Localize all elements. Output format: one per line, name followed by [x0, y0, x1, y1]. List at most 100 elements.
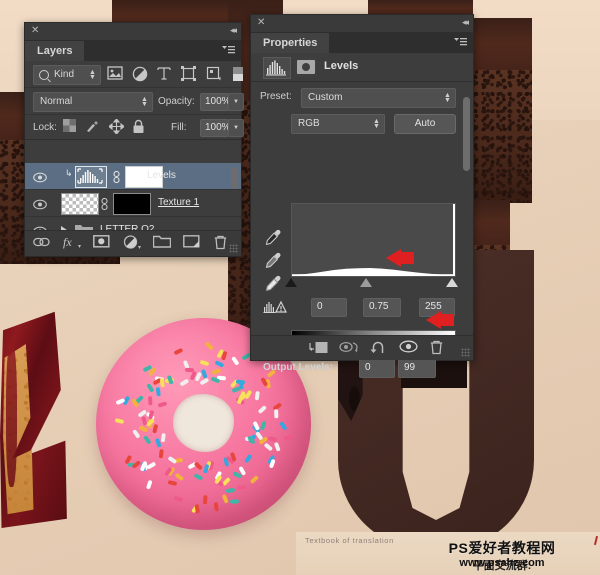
layer-name[interactable]: Levels: [147, 170, 176, 181]
lock-image-icon[interactable]: [85, 119, 100, 134]
link-layers-icon[interactable]: [33, 235, 51, 252]
panel-menu-icon[interactable]: [222, 45, 235, 59]
fill-input[interactable]: 100%: [200, 119, 231, 137]
watermark: PS爱好者教程网 平面交流群: www.psahz.com: [404, 535, 600, 575]
tab-layers[interactable]: Layers: [25, 41, 85, 61]
output-black-value: 0: [365, 362, 371, 373]
clipping-warning-icon[interactable]: [263, 299, 289, 315]
close-icon[interactable]: ✕: [31, 26, 40, 36]
chevron-updown-icon[interactable]: ▲ ▼: [444, 92, 451, 104]
filter-kind-select[interactable]: Kind ▲ ▼: [33, 65, 101, 85]
eye-icon[interactable]: [33, 197, 47, 210]
chevron-updown-icon[interactable]: ▲ ▼: [89, 69, 96, 81]
layer-style-fx-icon[interactable]: fx: [63, 235, 81, 252]
texture-mask-thumb[interactable]: [113, 193, 151, 215]
input-white-slider[interactable]: [446, 278, 458, 287]
white-point-eyedropper[interactable]: [265, 275, 282, 292]
histogram-clip-spike: [453, 204, 455, 276]
properties-tab-row: Properties: [251, 33, 473, 53]
output-levels-label: Output Levels:: [263, 362, 334, 373]
watermark-url: www.psahz.com: [459, 557, 545, 569]
resize-grip[interactable]: [229, 244, 238, 253]
layer-filter-row: Kind ▲ ▼: [25, 61, 244, 88]
panel-menu-icon[interactable]: [454, 37, 467, 51]
filter-toggle-icon[interactable]: [232, 66, 244, 82]
eye-icon[interactable]: [33, 170, 47, 183]
preset-row: Preset: Custom ▲ ▼: [251, 82, 473, 112]
input-black-slider[interactable]: [285, 278, 297, 287]
input-gamma-value: 0.75: [369, 301, 389, 312]
opacity-value: 100%: [205, 96, 231, 107]
collapse-icon[interactable]: ◂◂: [462, 18, 469, 27]
layers-panel: ✕ ◂◂ Layers Kind ▲ ▼ Normal ▲ ▼ Opacity:…: [24, 22, 244, 257]
shape-filter-icon[interactable]: [181, 66, 197, 82]
caption-text: Textbook of translation: [305, 536, 394, 545]
input-black-field[interactable]: 0: [311, 298, 347, 317]
collapse-icon[interactable]: ◂◂: [230, 26, 237, 35]
lock-all-icon[interactable]: [132, 119, 147, 134]
opacity-input[interactable]: 100%: [200, 93, 231, 111]
histogram[interactable]: [291, 203, 456, 277]
opacity-label: Opacity:: [158, 96, 195, 107]
new-group-icon[interactable]: [152, 235, 172, 252]
resize-grip[interactable]: [461, 348, 470, 357]
toggle-previous-state-icon[interactable]: [339, 340, 359, 356]
watermark-site-name: PS爱好者教程网: [448, 540, 556, 556]
input-gamma-field[interactable]: 0.75: [363, 298, 401, 317]
output-white-field[interactable]: 99: [398, 359, 436, 378]
fill-value: 100%: [205, 122, 231, 133]
levels-icon[interactable]: [263, 57, 291, 79]
adjustment-title: Levels: [324, 60, 359, 72]
lock-transparency-icon[interactable]: [63, 119, 78, 134]
link-mask-icon[interactable]: [112, 170, 121, 184]
delete-icon[interactable]: [429, 340, 449, 356]
sprinkle: [230, 499, 240, 504]
blend-mode-select[interactable]: Normal ▲ ▼: [33, 92, 153, 112]
sprinkle: [148, 395, 153, 406]
properties-scrollbar[interactable]: [463, 97, 470, 345]
adjustment-filter-icon[interactable]: [132, 66, 148, 82]
texture-layer-thumb[interactable]: [61, 193, 99, 215]
smart-object-filter-icon[interactable]: [206, 66, 222, 82]
table-row[interactable]: Texture 1: [25, 190, 241, 217]
new-adjustment-icon[interactable]: [123, 235, 141, 252]
svg-text:fx: fx: [63, 235, 72, 249]
black-point-eyedropper[interactable]: [265, 229, 282, 246]
link-mask-icon[interactable]: [100, 197, 109, 211]
properties-panel-titlebar: ✕ ◂◂: [251, 15, 473, 33]
chevron-updown-icon[interactable]: ▲ ▼: [373, 118, 380, 130]
clip-to-layer-icon[interactable]: [309, 340, 329, 356]
levels-layer-thumb[interactable]: [75, 166, 107, 188]
pixel-filter-icon[interactable]: [107, 66, 123, 82]
gray-point-eyedropper[interactable]: [265, 252, 282, 269]
add-mask-icon[interactable]: [93, 235, 111, 252]
input-levels-sliders[interactable]: [285, 278, 458, 290]
auto-button[interactable]: Auto: [394, 114, 456, 134]
output-black-field[interactable]: 0: [359, 359, 395, 378]
channel-select[interactable]: RGB ▲ ▼: [291, 114, 385, 134]
preset-label: Preset:: [260, 91, 292, 102]
preset-select[interactable]: Custom ▲ ▼: [301, 88, 456, 108]
close-icon[interactable]: ✕: [257, 18, 266, 28]
properties-panel: ✕ ◂◂ Properties Levels Preset: Custom ▲ …: [250, 14, 474, 378]
toggle-visibility-icon[interactable]: [399, 340, 419, 356]
input-gamma-slider[interactable]: [360, 278, 372, 287]
sprinkle: [274, 409, 278, 419]
mask-icon[interactable]: [295, 57, 317, 77]
chevron-updown-icon[interactable]: ▲ ▼: [141, 96, 148, 108]
output-levels-row: Output Levels: 0 99: [251, 359, 473, 381]
output-white-value: 99: [404, 362, 416, 373]
output-white-arrow: [424, 311, 454, 329]
fill-dropdown-icon[interactable]: ▼: [228, 119, 244, 137]
tab-properties[interactable]: Properties: [251, 33, 330, 53]
reset-icon[interactable]: [369, 340, 389, 356]
gamma-arrow: [384, 249, 414, 267]
layer-name[interactable]: Texture 1: [158, 197, 199, 208]
new-layer-icon[interactable]: [183, 235, 201, 252]
channel-row: RGB ▲ ▼ Auto: [251, 112, 473, 138]
type-filter-icon[interactable]: [157, 66, 173, 82]
opacity-dropdown-icon[interactable]: ▼: [228, 93, 244, 111]
table-row[interactable]: ↳ Levels: [25, 163, 241, 190]
layers-scrollbar[interactable]: [231, 167, 238, 235]
lock-position-icon[interactable]: [108, 118, 125, 135]
